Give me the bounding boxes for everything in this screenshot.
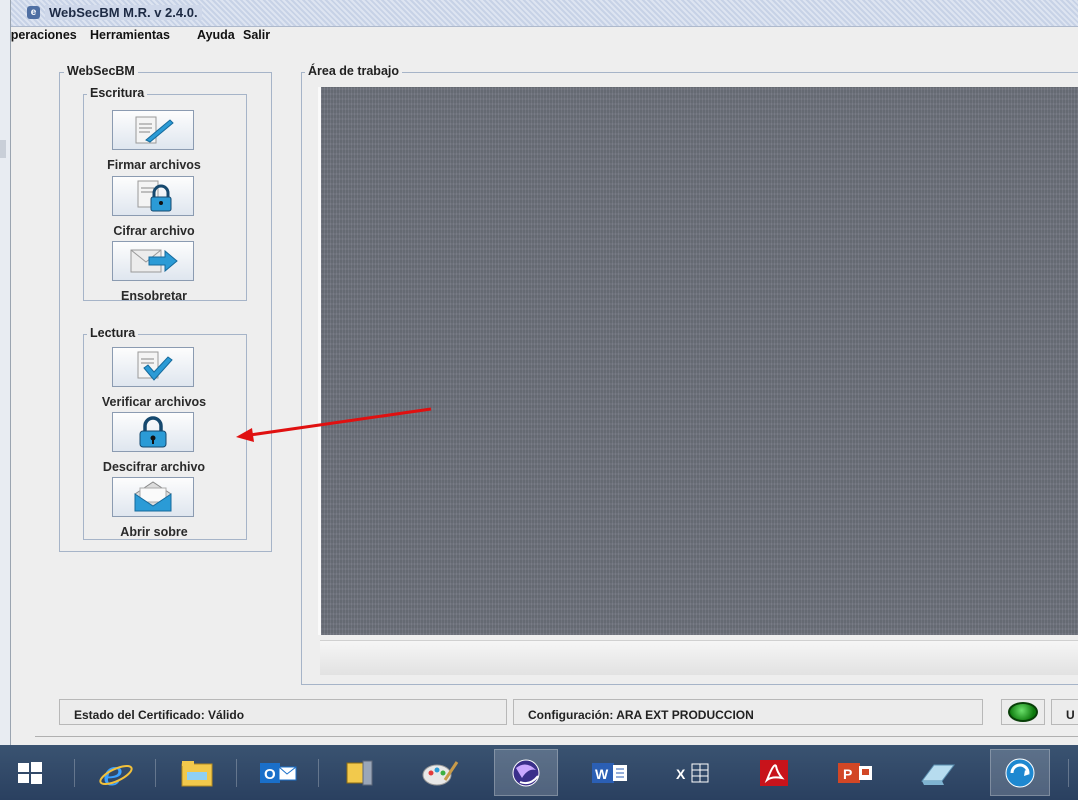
taskbar-excel[interactable]: X	[662, 749, 722, 796]
work-area-footer	[320, 640, 1078, 675]
menu-salir[interactable]: Salir	[243, 28, 270, 42]
taskbar-java-app[interactable]	[494, 749, 558, 796]
cifrar-archivo-button[interactable]	[112, 176, 194, 216]
verify-document-icon	[137, 351, 173, 381]
taskbar-remote[interactable]	[990, 749, 1050, 796]
taskbar-archive[interactable]	[330, 749, 390, 796]
ensobretar-label: Ensobretar	[121, 289, 187, 303]
taskbar-acrobat[interactable]	[744, 749, 804, 796]
start-button[interactable]	[0, 749, 60, 796]
menu-herramientas[interactable]: Herramientas	[90, 28, 170, 42]
status-led-indicator	[1008, 702, 1038, 722]
cifrar-archivo-label: Cifrar archivo	[113, 224, 195, 238]
menu-ayuda[interactable]: Ayuda	[197, 28, 235, 42]
app-icon: e	[27, 6, 40, 19]
archive-icon	[346, 760, 373, 785]
descifrar-archivo-button[interactable]	[112, 412, 194, 452]
escritura-title: Escritura	[87, 86, 148, 100]
menu-operaciones[interactable]: Operaciones	[11, 28, 77, 42]
menu-bar: Operaciones Herramientas Ayuda Salir	[11, 27, 1078, 45]
taskbar-ie[interactable]: e	[86, 749, 146, 796]
firmar-archivos-button[interactable]	[112, 110, 194, 150]
abrir-sobre-button[interactable]	[112, 477, 194, 517]
descifrar-archivo-label: Descifrar archivo	[102, 460, 206, 474]
configuration-status: Configuración: ARA EXT PRODUCCION	[513, 699, 983, 725]
user-status-truncated: U	[1051, 699, 1078, 725]
lectura-title: Lectura	[87, 326, 139, 340]
taskbar-powerpoint[interactable]: P	[826, 749, 886, 796]
java-app-icon	[512, 759, 540, 786]
file-explorer-icon	[181, 760, 213, 786]
encrypt-lock-icon	[137, 180, 172, 212]
window-title: WebSecBM M.R. v 2.4.0.	[45, 5, 202, 20]
excel-icon: X	[676, 763, 709, 782]
eraser-icon	[921, 764, 955, 785]
windows-start-icon	[18, 761, 42, 784]
envelope-arrow-icon	[130, 249, 178, 273]
work-area-canvas[interactable]	[318, 87, 1078, 635]
firmar-archivos-label: Firmar archivos	[107, 158, 201, 172]
paint-icon	[422, 760, 459, 785]
svg-text:X: X	[676, 766, 686, 782]
sign-document-icon	[135, 116, 174, 144]
certificate-status: Estado del Certificado: Válido	[59, 699, 507, 725]
decrypt-lock-icon	[139, 416, 167, 448]
taskbar-explorer[interactable]	[167, 749, 227, 796]
acrobat-icon	[760, 759, 788, 786]
abrir-sobre-label: Abrir sobre	[120, 525, 188, 539]
remote-icon	[1005, 758, 1035, 787]
outlook-icon: O	[260, 762, 297, 783]
windows-taskbar: e O W X P	[0, 745, 1078, 800]
connection-status-led	[1001, 699, 1045, 725]
powerpoint-icon: P	[838, 762, 872, 783]
work-area-title: Área de trabajo	[305, 64, 403, 78]
title-bar: e WebSecBM M.R. v 2.4.0.	[11, 0, 1078, 27]
internet-explorer-icon: e	[99, 755, 133, 791]
svg-text:W: W	[595, 766, 609, 782]
taskbar-word[interactable]: W	[580, 749, 640, 796]
word-icon: W	[592, 762, 627, 783]
open-envelope-icon	[134, 481, 172, 512]
taskbar-paint[interactable]	[410, 749, 470, 796]
svg-text:O: O	[264, 766, 276, 783]
desktop-edge	[0, 0, 10, 745]
taskbar-eraser[interactable]	[908, 749, 968, 796]
taskbar-outlook[interactable]: O	[248, 749, 308, 796]
websecbm-panel-title: WebSecBM	[64, 64, 138, 78]
verificar-archivos-label: Verificar archivos	[101, 395, 207, 409]
svg-text:P: P	[843, 766, 852, 782]
verificar-archivos-button[interactable]	[112, 347, 194, 387]
ensobretar-button[interactable]	[112, 241, 194, 281]
